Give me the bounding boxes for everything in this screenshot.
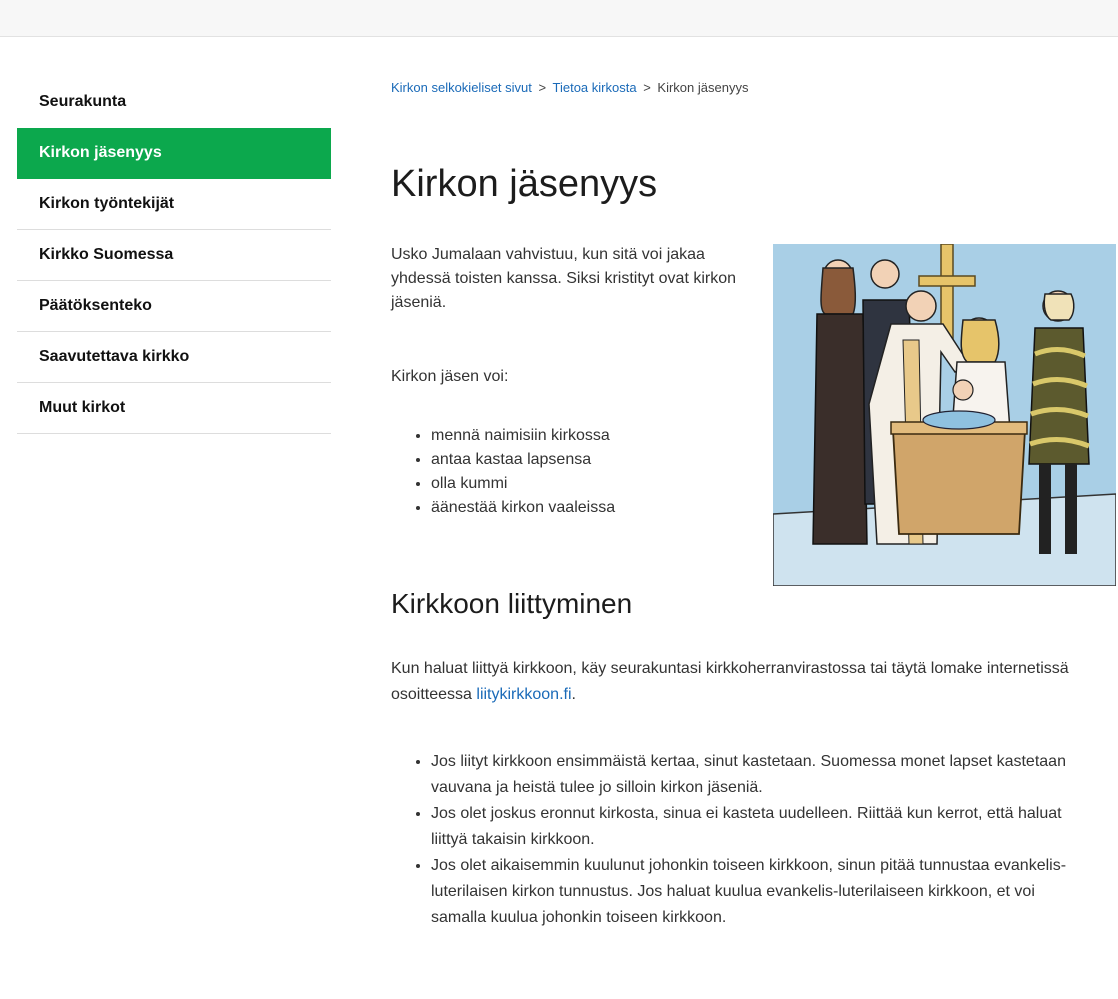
- baptism-illustration: [773, 244, 1116, 586]
- sidebar-item-muut-kirkot[interactable]: Muut kirkot: [17, 383, 331, 434]
- breadcrumb: Kirkon selkokieliset sivut > Tietoa kirk…: [391, 80, 748, 95]
- sidebar-item-kirkon-tyontekijat[interactable]: Kirkon työntekijät: [17, 179, 331, 230]
- sidebar-item-kirkko-suomessa[interactable]: Kirkko Suomessa: [17, 230, 331, 281]
- list-item: Jos olet joskus eronnut kirkosta, sinua …: [431, 801, 1081, 853]
- sidebar-item-paatoksenteko[interactable]: Päätöksenteko: [17, 281, 331, 332]
- list-item: antaa kastaa lapsensa: [431, 448, 615, 472]
- breadcrumb-separator: >: [538, 80, 547, 95]
- breadcrumb-link-tietoa[interactable]: Tietoa kirkosta: [553, 80, 637, 95]
- join-link[interactable]: liitykirkkoon.fi: [476, 686, 571, 703]
- sidebar-item-saavutettava-kirkko[interactable]: Saavutettava kirkko: [17, 332, 331, 383]
- list-item: äänestää kirkon vaaleissa: [431, 496, 615, 520]
- list-item: Jos liityt kirkkoon ensimmäistä kertaa, …: [431, 749, 1081, 801]
- list-item: Jos olet aikaisemmin kuulunut johonkin t…: [431, 853, 1081, 931]
- sidebar-nav: Seurakunta Kirkon jäsenyys Kirkon työnte…: [17, 77, 331, 434]
- list-item: olla kummi: [431, 472, 615, 496]
- member-rights-list: mennä naimisiin kirkossa antaa kastaa la…: [391, 424, 615, 520]
- top-header-bar: [0, 0, 1118, 37]
- intro-paragraph: Usko Jumalaan vahvistuu, kun sitä voi ja…: [391, 246, 737, 311]
- join-end: .: [571, 686, 576, 703]
- breadcrumb-separator: >: [643, 80, 651, 95]
- sidebar-item-seurakunta[interactable]: Seurakunta: [17, 77, 331, 128]
- list-item: mennä naimisiin kirkossa: [431, 424, 615, 448]
- section-heading: Kirkkoon liittyminen: [391, 588, 633, 619]
- breadcrumb-current: Kirkon jäsenyys: [657, 80, 749, 95]
- page-title: Kirkon jäsenyys: [391, 163, 658, 205]
- join-paragraph: Kun haluat liittyä kirkkoon, käy seuraku…: [391, 656, 1118, 708]
- breadcrumb-link-home[interactable]: Kirkon selkokieliset sivut: [391, 80, 532, 95]
- sidebar-item-kirkon-jasenyys[interactable]: Kirkon jäsenyys: [17, 128, 331, 179]
- member-can-text: Kirkon jäsen voi:: [391, 368, 509, 385]
- join-points-list: Jos liityt kirkkoon ensimmäistä kertaa, …: [391, 749, 1081, 931]
